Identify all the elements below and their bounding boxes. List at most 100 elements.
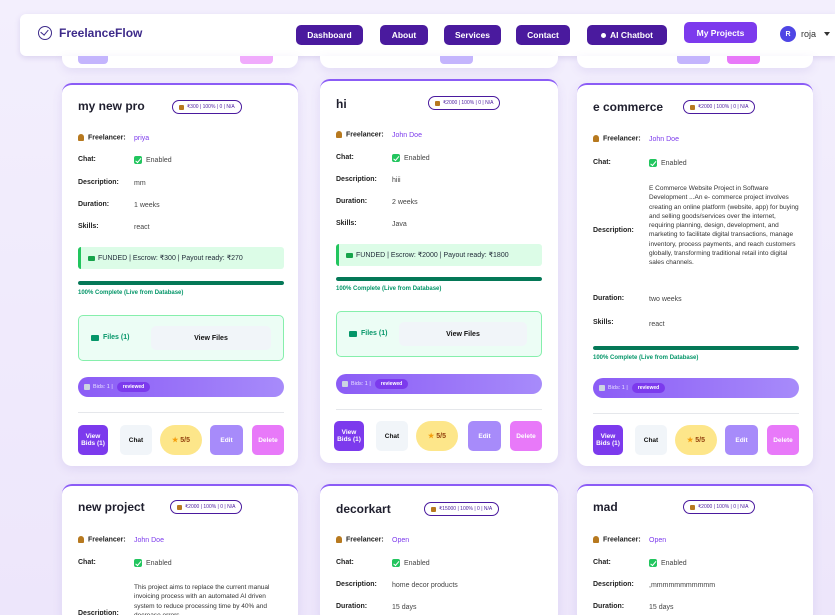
- view-bids-button[interactable]: View Bids (1): [334, 421, 364, 451]
- project-title: e commerce: [593, 100, 664, 114]
- duration-value: 15 days: [392, 604, 417, 611]
- view-files-button[interactable]: View Files: [151, 326, 271, 350]
- chat-label: Chat:: [593, 159, 611, 166]
- edit-button[interactable]: Edit: [210, 425, 243, 455]
- wallet-icon: [346, 252, 353, 258]
- freelancer-name[interactable]: John Doe: [134, 536, 164, 546]
- chat-button[interactable]: Chat: [376, 421, 408, 451]
- project-card-prev: [320, 56, 558, 68]
- view-files-button[interactable]: View Files: [399, 322, 527, 346]
- funded-status: FUNDED | Escrow: ₹2000 | Payout ready: ₹…: [336, 244, 542, 266]
- check-icon: [134, 559, 142, 568]
- chat-label: Chat:: [336, 559, 354, 566]
- description-label: Description:: [593, 227, 634, 234]
- check-icon: [392, 559, 400, 568]
- progress-fill: [593, 346, 799, 350]
- skills-value: react: [134, 224, 150, 231]
- project-stats: ₹300 | 100% | 0 | N/A: [187, 104, 235, 110]
- card-button[interactable]: [78, 56, 108, 64]
- project-card: hi ₹2000 | 100% | 0 | N/A Freelancer: Jo…: [320, 79, 558, 463]
- status-badge: reviewed: [116, 382, 151, 392]
- bids-count: Bids: 1 |: [599, 385, 628, 391]
- nav-services[interactable]: Services: [444, 25, 501, 45]
- duration-label: Duration:: [78, 201, 110, 208]
- chat-label: Chat:: [593, 559, 611, 566]
- progress-bar: [336, 277, 542, 281]
- check-icon: [649, 159, 657, 168]
- project-card-prev: [577, 56, 813, 68]
- delete-button[interactable]: Delete: [252, 425, 284, 455]
- brand[interactable]: FreelanceFlow: [38, 26, 142, 40]
- project-stats-pill: ₹300 | 100% | 0 | N/A: [172, 100, 242, 114]
- check-icon: [134, 156, 142, 165]
- freelancer-name[interactable]: John Doe: [392, 131, 422, 141]
- duration-value: two weeks: [649, 296, 682, 303]
- project-stats: ₹2000 | 100% | 0 | N/A: [698, 504, 749, 510]
- rating-button[interactable]: ★ 5/5: [160, 425, 202, 455]
- rating-button[interactable]: ★ 5/5: [416, 421, 458, 451]
- divider: [336, 409, 542, 410]
- rating-button[interactable]: ★ 5/5: [675, 425, 717, 455]
- freelancer-name[interactable]: John Doe: [649, 135, 679, 145]
- chat-bubble-icon: [601, 32, 607, 38]
- nav-ai-chatbot[interactable]: AI Chatbot: [587, 25, 667, 45]
- user-menu[interactable]: R roja: [780, 26, 831, 42]
- nav-contact[interactable]: Contact: [516, 25, 570, 45]
- chat-status: Enabled: [649, 559, 687, 569]
- progress-text: 100% Complete (Live from Database): [336, 286, 442, 292]
- chat-button[interactable]: Chat: [120, 425, 152, 455]
- card-button[interactable]: [440, 56, 473, 64]
- freelancer-name[interactable]: Open: [392, 536, 409, 546]
- freelancer-name[interactable]: priya: [134, 134, 149, 144]
- money-icon: [435, 100, 440, 106]
- chat-status: Enabled: [392, 154, 430, 164]
- freelancer-label: Freelancer:: [336, 131, 384, 138]
- project-card: mad ₹2000 | 100% | 0 | N/A Freelancer: O…: [577, 484, 813, 615]
- card-button[interactable]: [240, 56, 273, 64]
- project-stats-pill: ₹2000 | 100% | 0 | N/A: [428, 96, 501, 110]
- chat-button[interactable]: Chat: [635, 425, 667, 455]
- star-icon: ★: [686, 436, 694, 444]
- person-icon: [336, 131, 342, 138]
- status-badge: reviewed: [631, 383, 666, 393]
- money-icon: [690, 104, 695, 110]
- freelancer-label: Freelancer:: [593, 135, 641, 142]
- view-bids-button[interactable]: View Bids (1): [78, 425, 108, 455]
- folder-icon: [349, 330, 357, 337]
- delete-button[interactable]: Delete: [510, 421, 542, 451]
- nav-ai-chatbot-label: AI Chatbot: [610, 30, 653, 40]
- edit-button[interactable]: Edit: [725, 425, 758, 455]
- files-count: Files (1): [349, 330, 387, 337]
- project-title: decorkart: [336, 502, 391, 516]
- star-icon: ★: [427, 432, 435, 440]
- project-stats: ₹15000 | 100% | 0 | N/A: [439, 506, 493, 512]
- bids-status-bar: Bids: 1 | reviewed: [593, 378, 799, 398]
- description-label: Description:: [336, 581, 377, 588]
- nav-my-projects[interactable]: My Projects: [684, 22, 757, 43]
- progress-text: 100% Complete (Live from Database): [593, 355, 699, 361]
- nav-about[interactable]: About: [380, 25, 428, 45]
- star-icon: ★: [171, 436, 179, 444]
- edit-button[interactable]: Edit: [468, 421, 501, 451]
- person-icon: [78, 134, 84, 141]
- files-section: Files (1) View Files: [336, 311, 542, 357]
- person-icon: [593, 135, 599, 142]
- freelancer-label: Freelancer:: [78, 134, 126, 141]
- card-button[interactable]: [727, 56, 760, 64]
- project-title: my new pro: [78, 99, 145, 113]
- divider: [78, 412, 284, 413]
- project-stats-pill: ₹2000 | 100% | 0 | N/A: [170, 500, 243, 514]
- progress-fill: [336, 277, 542, 281]
- money-icon: [431, 506, 436, 512]
- freelancer-name[interactable]: Open: [649, 536, 666, 546]
- delete-button[interactable]: Delete: [767, 425, 799, 455]
- files-count: Files (1): [91, 334, 129, 341]
- avatar: R: [780, 26, 796, 42]
- card-button[interactable]: [677, 56, 710, 64]
- nav-dashboard[interactable]: Dashboard: [296, 25, 363, 45]
- project-stats-pill: ₹2000 | 100% | 0 | N/A: [683, 500, 756, 514]
- project-title: mad: [593, 500, 618, 514]
- view-bids-button[interactable]: View Bids (1): [593, 425, 623, 455]
- progress-bar: [593, 346, 799, 350]
- check-icon: [649, 559, 657, 568]
